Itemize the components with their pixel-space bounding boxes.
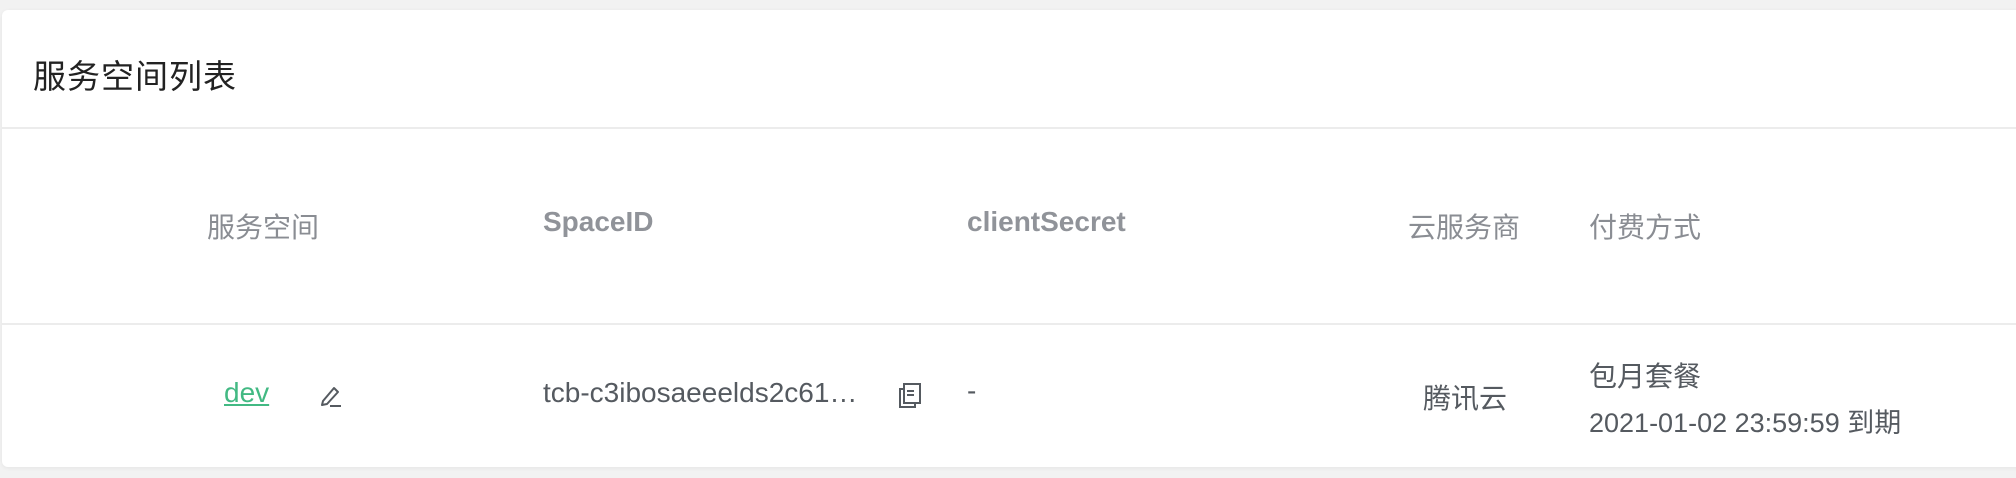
- column-header-space: 服务空间: [207, 212, 320, 243]
- payment-expire: 2021-01-02 23:59:59 到期: [1589, 408, 1902, 438]
- space-list-card: 服务空间列表 服务空间 SpaceID clientSecret 云服务商 付费…: [2, 10, 2016, 467]
- column-header-space-id: SpaceID: [543, 206, 654, 237]
- pencil-icon[interactable]: [317, 381, 345, 409]
- client-secret-value: -: [967, 375, 977, 406]
- column-header-payment: 付费方式: [1589, 212, 1702, 243]
- card-header: 服务空间列表: [2, 10, 2016, 129]
- payment-type: 包月套餐: [1589, 361, 1702, 392]
- column-header-provider: 云服务商: [1408, 212, 1521, 243]
- column-header-client-secret: clientSecret: [967, 206, 1126, 237]
- page-title: 服务空间列表: [33, 58, 237, 95]
- space-name-link[interactable]: dev: [224, 377, 269, 409]
- table-row: dev tcb-c3ibosaeeelds2c61… - 腾讯云 包月套餐 20…: [2, 325, 2016, 467]
- space-id-value: tcb-c3ibosaeeelds2c61…: [543, 377, 858, 408]
- table-header: 服务空间 SpaceID clientSecret 云服务商 付费方式: [2, 129, 2016, 325]
- copy-icon[interactable]: [895, 380, 925, 410]
- provider-value: 腾讯云: [1423, 383, 1508, 414]
